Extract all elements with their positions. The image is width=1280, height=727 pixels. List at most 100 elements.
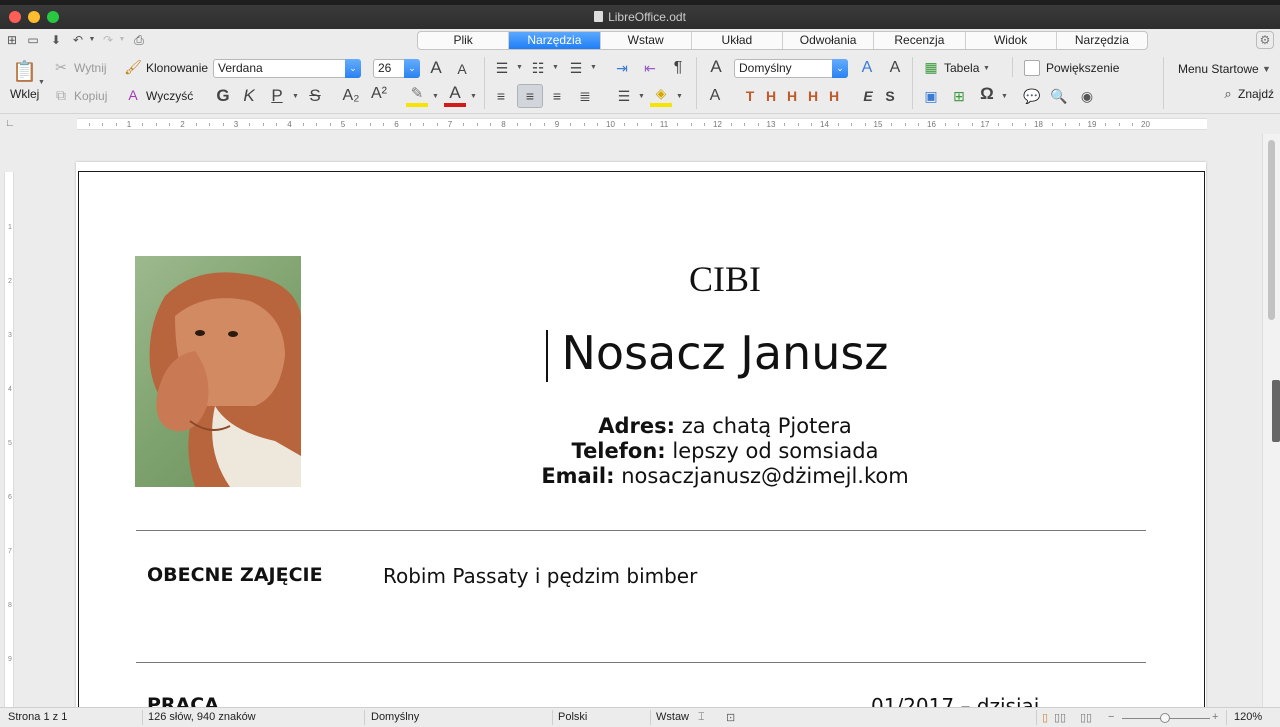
single-page-view-icon[interactable]: ▯ <box>1042 711 1048 724</box>
start-menu-button[interactable]: Menu Startowe <box>1178 62 1259 76</box>
background-color-dropdown-icon[interactable]: ▼ <box>676 93 683 100</box>
underline-icon[interactable]: P <box>268 87 286 105</box>
undo-dropdown-icon[interactable]: ▼ <box>84 32 100 48</box>
grow-font-icon[interactable]: A <box>426 59 446 77</box>
selection-mode-icon[interactable]: ⌶ <box>698 711 705 724</box>
heading-style-icon[interactable]: H <box>761 87 781 105</box>
formatting-marks-icon[interactable]: ¶ <box>668 59 688 77</box>
tab-recenzja[interactable]: Recenzja <box>874 32 966 49</box>
strikethrough-icon[interactable]: S <box>305 87 325 105</box>
paste-button[interactable]: Wklej <box>10 87 39 101</box>
highlight-icon[interactable]: ✎ <box>406 85 428 107</box>
zoom-glass-icon[interactable]: 🔍 <box>1048 87 1070 105</box>
strong-style-icon[interactable]: S <box>880 87 900 105</box>
align-left-icon[interactable]: ≡ <box>490 87 512 105</box>
clone-formatting-button[interactable]: Klonowanie <box>146 61 208 75</box>
page-style[interactable]: Domyślny <box>371 711 419 723</box>
table-button[interactable]: Tabela <box>944 61 979 75</box>
table-icon[interactable]: ▦ <box>920 58 942 76</box>
bullet-list-icon[interactable]: ☰ <box>492 59 512 77</box>
font-color-icon[interactable]: A <box>444 84 466 107</box>
update-style-icon[interactable]: A <box>856 59 878 77</box>
align-center-icon[interactable]: ≡ <box>517 84 543 108</box>
save-icon[interactable]: ⬇ <box>48 32 64 48</box>
sidebar-toggle-handle[interactable] <box>1272 380 1280 442</box>
bullet-list-dropdown-icon[interactable]: ▼ <box>516 64 523 71</box>
settings-gear-icon[interactable]: ⚙ <box>1256 31 1274 49</box>
decrease-indent-icon[interactable]: ⇤ <box>640 59 660 77</box>
insert-mode[interactable]: Wstaw <box>656 711 689 723</box>
font-name-combo[interactable]: Verdana ⌄ <box>213 59 361 78</box>
subscript-icon[interactable]: A₂ <box>340 87 362 105</box>
emphasis-style-icon[interactable]: E <box>858 87 878 105</box>
print-icon[interactable]: ⎙ <box>131 32 147 48</box>
insert-image-icon[interactable]: ▣ <box>920 87 942 105</box>
multi-page-view-icon[interactable]: ▯▯ <box>1054 711 1066 724</box>
clear-formatting-icon[interactable]: A <box>124 86 142 104</box>
chevron-down-icon[interactable]: ⌄ <box>404 59 420 78</box>
profile-photo[interactable] <box>135 256 301 487</box>
heading4-style-icon[interactable]: H <box>824 87 844 105</box>
paste-icon[interactable]: 📋 <box>12 62 37 82</box>
line-spacing-icon[interactable]: ☰ <box>614 87 634 105</box>
increase-indent-icon[interactable]: ⇥ <box>612 59 632 77</box>
shrink-font-icon[interactable]: A <box>452 60 472 78</box>
outline-list-icon[interactable]: ☰ <box>566 59 586 77</box>
align-right-icon[interactable]: ≡ <box>546 87 568 105</box>
zoom-out-icon[interactable]: − <box>1108 711 1114 723</box>
page[interactable]: CIBI Nosacz Janusz Adres: za chatą Pjote… <box>76 162 1206 707</box>
line-spacing-dropdown-icon[interactable]: ▼ <box>638 93 645 100</box>
chevron-down-icon[interactable]: ⌄ <box>345 59 361 78</box>
zoom-slider-knob[interactable] <box>1160 713 1170 723</box>
outline-list-dropdown-icon[interactable]: ▼ <box>590 64 597 71</box>
zoom-level[interactable]: 120% <box>1234 711 1262 723</box>
scrollbar-thumb[interactable] <box>1268 140 1275 320</box>
default-style-icon[interactable]: A <box>704 87 726 105</box>
font-color-dropdown-icon[interactable]: ▼ <box>470 93 477 100</box>
special-character-icon[interactable]: Ω <box>976 85 998 103</box>
italic-icon[interactable]: K <box>240 87 258 105</box>
numbered-list-dropdown-icon[interactable]: ▼ <box>552 64 559 71</box>
clone-formatting-icon[interactable]: 🖌 <box>124 58 142 76</box>
zoom-checkbox[interactable] <box>1024 60 1040 76</box>
navigator-icon[interactable]: ◉ <box>1076 87 1098 105</box>
search-icon[interactable]: ⌕ <box>1220 85 1236 103</box>
font-size-combo[interactable]: 26 ⌄ <box>373 59 420 78</box>
clear-formatting-button[interactable]: Wyczyść <box>146 89 193 103</box>
start-menu-dropdown-icon[interactable]: ▼ <box>1262 64 1271 74</box>
tab-widok[interactable]: Widok <box>966 32 1057 49</box>
tab-stop-icon[interactable]: ∟ <box>4 115 16 133</box>
bold-icon[interactable]: G <box>214 87 232 105</box>
tab-narzedzia-glowne[interactable]: Narzędzia główne <box>509 32 601 49</box>
text-language[interactable]: Polski <box>558 711 587 723</box>
redo-dropdown-icon[interactable]: ▼ <box>114 32 130 48</box>
heading3-style-icon[interactable]: H <box>803 87 823 105</box>
highlight-dropdown-icon[interactable]: ▼ <box>432 93 439 100</box>
cut-icon[interactable]: ✂ <box>52 58 70 76</box>
paste-dropdown-icon[interactable]: ▼ <box>38 79 45 86</box>
comment-icon[interactable]: 💬 <box>1021 87 1043 105</box>
justify-icon[interactable]: ≣ <box>574 87 596 105</box>
book-view-icon[interactable]: ▯▯ <box>1080 711 1092 724</box>
tab-odwolania[interactable]: Odwołania <box>783 32 875 49</box>
zoom-in-icon[interactable]: + <box>1212 711 1218 723</box>
table-dropdown-icon[interactable]: ▼ <box>983 65 990 72</box>
copy-icon[interactable]: ⧉ <box>52 86 70 104</box>
paragraph-style-combo[interactable]: Domyślny ⌄ <box>734 59 848 78</box>
word-count[interactable]: 126 słów, 940 znaków <box>148 711 256 723</box>
title-style-icon[interactable]: T <box>740 87 760 105</box>
insert-chart-icon[interactable]: ⊞ <box>948 87 970 105</box>
underline-dropdown-icon[interactable]: ▼ <box>292 93 299 100</box>
superscript-icon[interactable]: A² <box>368 85 390 103</box>
special-character-dropdown-icon[interactable]: ▼ <box>1001 93 1008 100</box>
tab-plik[interactable]: Plik <box>418 32 510 49</box>
style-icon[interactable]: A <box>704 58 728 76</box>
document-area[interactable]: CIBI Nosacz Janusz Adres: za chatą Pjote… <box>18 134 1262 707</box>
find-button[interactable]: Znajdź <box>1238 87 1274 101</box>
new-style-icon[interactable]: A <box>884 59 906 77</box>
background-color-icon[interactable]: ◈ <box>650 84 672 107</box>
open-folder-icon[interactable]: ▭ <box>25 32 41 48</box>
tab-wstaw[interactable]: Wstaw <box>601 32 692 49</box>
tab-uklad[interactable]: Układ <box>692 32 783 49</box>
copy-button[interactable]: Kopiuj <box>74 89 107 103</box>
